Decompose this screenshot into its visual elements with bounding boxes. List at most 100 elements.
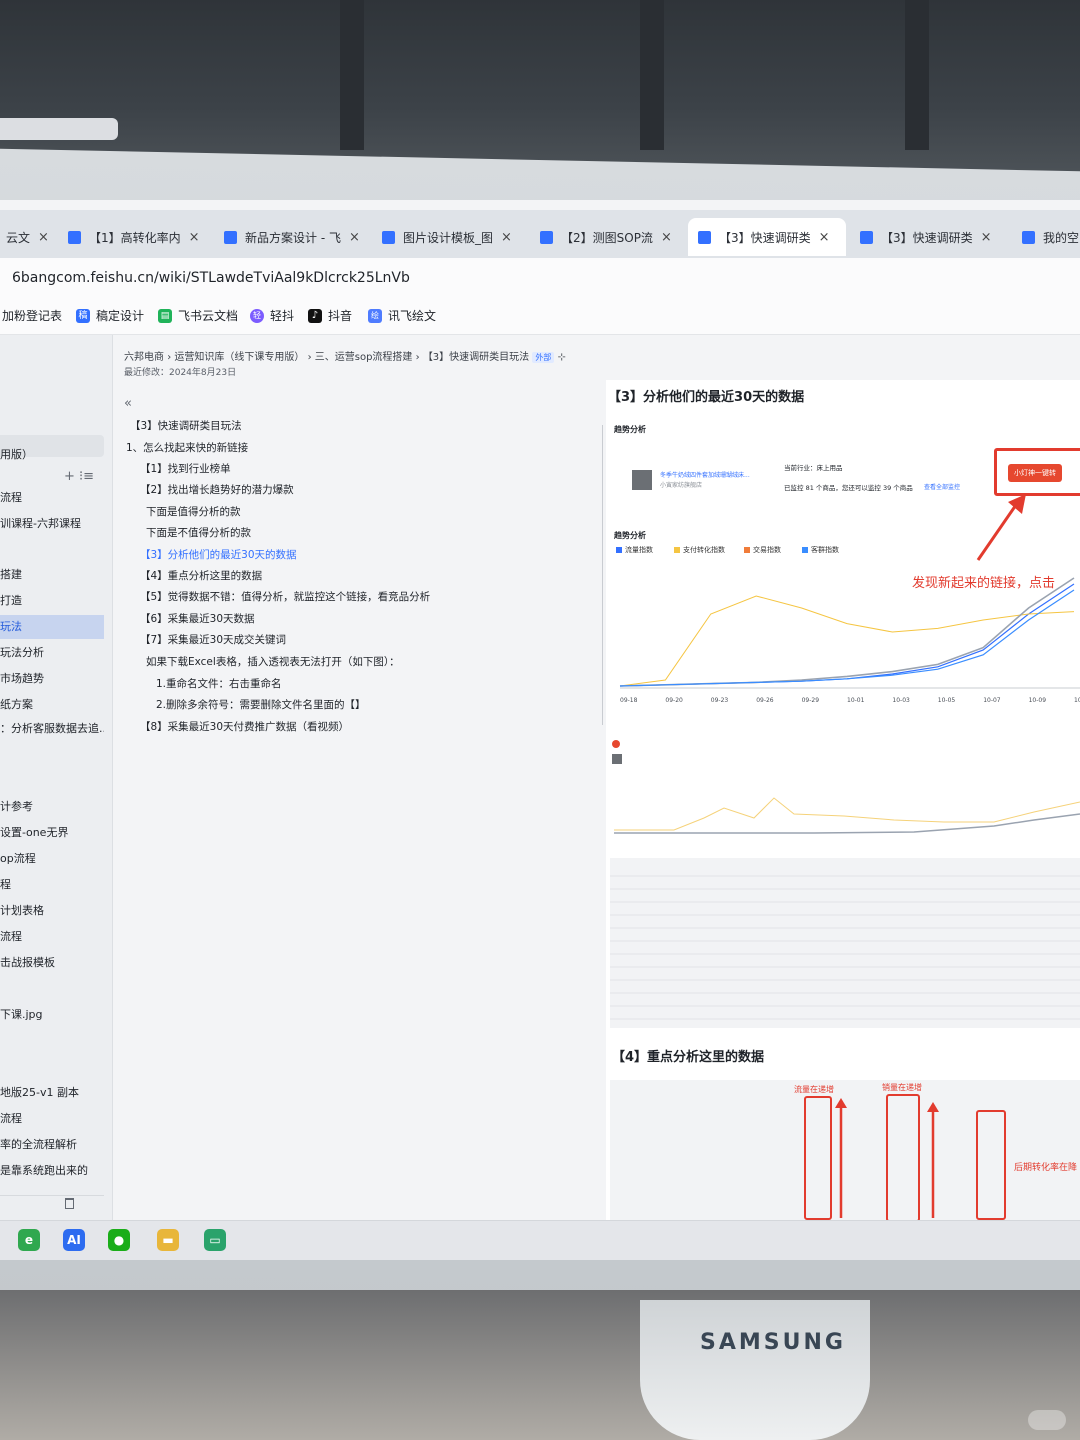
windows-taskbar: e AI ● ▬ ▭ [0, 1220, 1080, 1260]
close-icon[interactable]: × [189, 230, 200, 245]
close-icon[interactable]: × [349, 230, 360, 245]
tab-3[interactable]: 图片设计模板_图 × [372, 218, 524, 256]
qingdou-icon: 轻 [250, 308, 264, 323]
sidebar-item[interactable]: 程 [0, 873, 104, 897]
breadcrumb-item[interactable]: 【3】快速调研类目玩法 [423, 352, 529, 363]
sidebar-item[interactable]: 流程 [0, 486, 104, 510]
url-text[interactable]: 6bangcom.feishu.cn/wiki/STLawdeTviAal9kD… [12, 270, 410, 286]
ceiling-beam [640, 0, 664, 150]
sidebar-tools[interactable]: + ⁝≡ [64, 469, 94, 484]
collapse-toc-icon[interactable]: « [124, 396, 132, 411]
highlight-traffic-column [804, 1096, 832, 1220]
chart-legend: 流量指数 支付转化指数 交易指数 客群指数 [616, 545, 916, 557]
trash-icon[interactable] [65, 1198, 74, 1209]
sidebar-item[interactable]: 下课.jpg [0, 1003, 104, 1027]
toc-item[interactable]: 1.重命名文件：右击重命名 [156, 676, 282, 691]
tab-2[interactable]: 新品方案设计 - 飞 × [214, 218, 366, 256]
up-arrow-icon [835, 1098, 847, 1218]
toc-item[interactable]: 【3】分析他们的最近30天的数据 [140, 547, 297, 562]
doc-icon [68, 230, 81, 244]
sidebar-item[interactable]: 玩法 [0, 615, 104, 639]
legend-item[interactable]: 交易指数 [744, 545, 781, 555]
sidebar-item[interactable]: 训课程-六邦课程 [0, 512, 104, 536]
tab-0[interactable]: 云文 × [0, 218, 52, 256]
toc-item[interactable]: 【6】采集最近30天数据 [140, 611, 255, 626]
monitor-icon[interactable]: ▭ [204, 1229, 226, 1251]
x-tick-label: 09-18 [620, 697, 638, 704]
toc-divider [602, 425, 603, 725]
sidebar-item[interactable]: 击战报模板 [0, 951, 104, 975]
sidebar-item[interactable]: 流程 [0, 925, 104, 949]
one-click-button[interactable]: 小灯神一键转 [1008, 464, 1062, 482]
bookmark-0[interactable]: 加粉登记表 [2, 307, 62, 324]
close-icon[interactable]: × [819, 230, 830, 245]
sidebar-item[interactable]: 玩法分析 [0, 641, 104, 665]
sidebar-item[interactable]: 打造 [0, 589, 104, 613]
close-icon[interactable]: × [661, 230, 672, 245]
toc-item[interactable]: 如果下载Excel表格，插入透视表无法打开（如下图）： [146, 654, 400, 669]
breadcrumb-item[interactable]: 三、运营sop流程搭建 [315, 352, 413, 363]
toc-item[interactable]: 【2】找出增长趋势好的潜力爆款 [140, 482, 294, 497]
sidebar-item[interactable]: 计划表格 [0, 899, 104, 923]
sidebar-item[interactable]: 搭建 [0, 563, 104, 587]
ai-app-icon[interactable]: AI [63, 1229, 85, 1251]
toc-item[interactable]: 【3】快速调研类目玩法 [130, 418, 242, 433]
bookmark-4[interactable]: ♪ 抖音 [308, 307, 352, 324]
sidebar-item[interactable]: 用版） [0, 443, 104, 467]
breadcrumb-separator: › [167, 352, 172, 363]
legend-item[interactable]: 客群指数 [802, 545, 839, 555]
product-title[interactable]: 冬季牛奶绒四件套加绒珊瑚绒床... [660, 470, 750, 479]
product-thumbnail [632, 470, 652, 490]
sidebar-item[interactable]: 纸方案 [0, 693, 104, 717]
close-icon[interactable]: × [501, 230, 512, 245]
sidebar-item[interactable]: 率的全流程解析 [0, 1133, 104, 1157]
annotation-conversion-decreasing: 后期转化率在降 [1014, 1163, 1078, 1173]
bookmark-1[interactable]: 稿 稿定设计 [76, 307, 144, 324]
tab-6[interactable]: 【3】快速调研类 × [850, 218, 1008, 256]
bookmark-2[interactable]: ▤ 飞书云文档 [158, 307, 238, 324]
label-sales-increasing: 销量在递增 [882, 1083, 922, 1092]
close-icon[interactable]: × [38, 230, 49, 245]
wechat-icon[interactable]: ● [108, 1229, 130, 1251]
sidebar-item[interactable]: 市场趋势 [0, 667, 104, 691]
toc-item[interactable]: 1、怎么找起来快的新链接 [126, 440, 248, 455]
legend-label: 流量指数 [625, 546, 653, 554]
pin-icon[interactable]: ⊹ [558, 352, 566, 363]
bookmark-3[interactable]: 轻 轻抖 [250, 307, 294, 324]
last-modified: 最近修改：2024年8月23日 [124, 368, 237, 378]
toc-item[interactable]: 【5】觉得数据不错：值得分析，就监控这个链接，看竞品分析 [140, 589, 430, 604]
edge-icon[interactable]: e [18, 1229, 40, 1251]
toc-item[interactable]: 【7】采集最近30天成交关键词 [140, 632, 286, 647]
tab-1[interactable]: 【1】高转化率内 × [58, 218, 208, 256]
sidebar-item[interactable]: op流程 [0, 847, 104, 871]
breadcrumb-item[interactable]: 六邦电商 [124, 352, 164, 363]
toc-item[interactable]: 【1】找到行业榜单 [140, 461, 231, 476]
legend-item[interactable]: 流量指数 [616, 545, 653, 555]
legend-item[interactable]: 支付转化指数 [674, 545, 725, 555]
toc-item[interactable]: 下面是值得分析的款 [146, 504, 241, 519]
view-all-monitor-link[interactable]: 查看全部监控 [924, 482, 960, 491]
sidebar-item[interactable]: 设置-one无界 [0, 821, 104, 845]
sidebar-item[interactable]: 流程 [0, 1107, 104, 1131]
toc-item[interactable]: 【4】重点分析这里的数据 [140, 568, 262, 583]
toc-item[interactable]: 2.删除多余符号：需要删除文件名里面的【】 [156, 697, 366, 712]
sidebar-item[interactable]: ：分析客服数据去追... [0, 717, 104, 741]
toc-item[interactable]: 下面是不值得分析的款 [146, 525, 251, 540]
bookmarks-bar: 加粉登记表 稿 稿定设计 ▤ 飞书云文档 轻 轻抖 ♪ 抖音 绘 讯飞绘文 [0, 300, 1080, 335]
bookmark-label: 飞书云文档 [178, 309, 239, 323]
sidebar-item[interactable]: 计参考 [0, 795, 104, 819]
address-bar[interactable]: 6bangcom.feishu.cn/wiki/STLawdeTviAal9kD… [0, 258, 1080, 300]
bookmark-5[interactable]: 绘 讯飞绘文 [368, 307, 436, 324]
close-icon[interactable]: × [981, 230, 992, 245]
sidebar-item[interactable]: 是靠系统跑出来的 [0, 1159, 104, 1183]
tab-4[interactable]: 【2】测图SOP流 × [530, 218, 682, 256]
sidebar-item[interactable]: 地版25-v1 副本 [0, 1081, 104, 1105]
tab-7[interactable]: 我的空 [1012, 218, 1080, 256]
toc-item[interactable]: 【8】采集最近30天付费推广数据（看视频） [140, 719, 349, 734]
trend-analysis-label-2: 趋势分析 [614, 531, 646, 540]
breadcrumb-item[interactable]: 运营知识库（线下课专用版） [174, 352, 304, 363]
folder-icon[interactable]: ▬ [157, 1229, 179, 1251]
legend-swatch [802, 547, 808, 553]
industry-text: 当前行业：床上用品 [784, 464, 843, 472]
tab-5[interactable]: 【3】快速调研类 × [688, 218, 846, 256]
